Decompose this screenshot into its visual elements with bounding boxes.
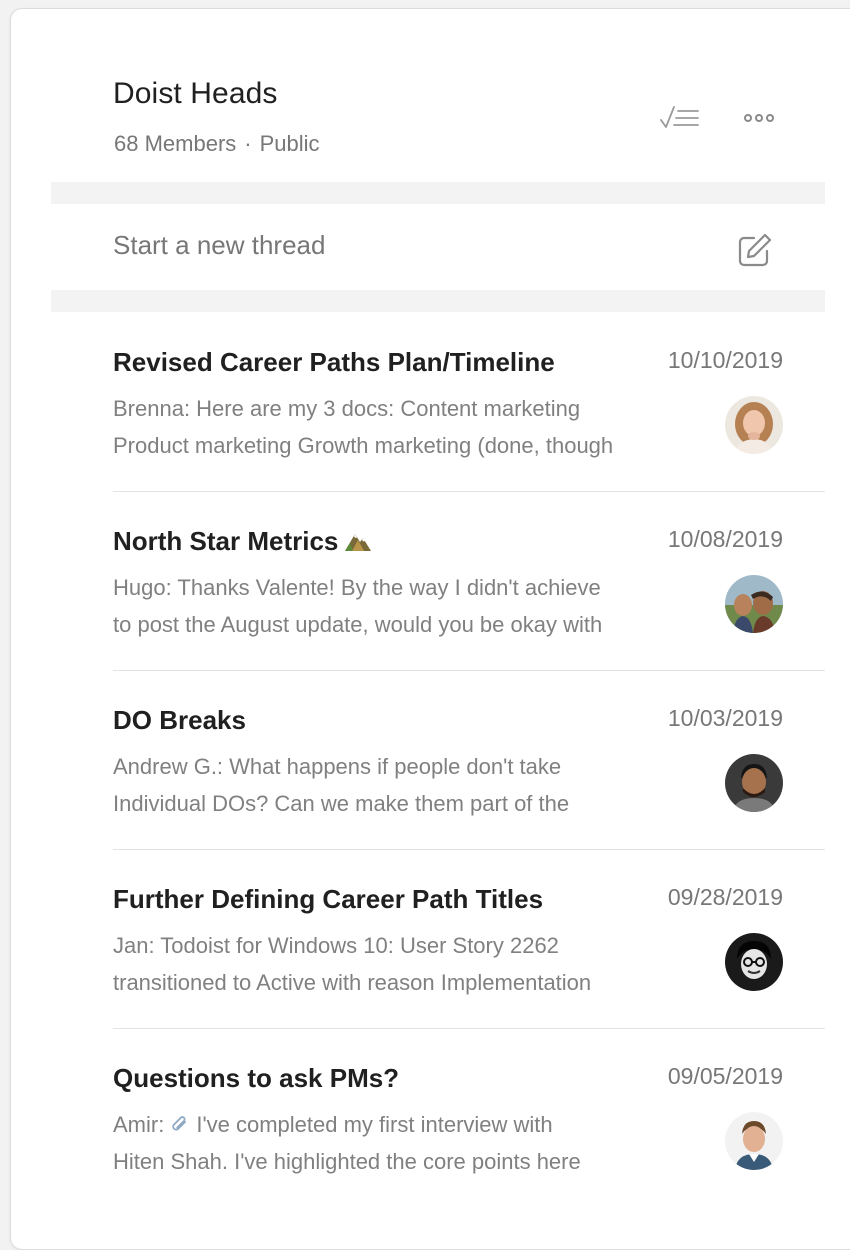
thread-date: 10/08/2019 <box>667 526 783 552</box>
checklist-button[interactable] <box>657 101 703 135</box>
thread-title[interactable]: Questions to ask PMs? <box>113 1063 399 1094</box>
thread-item[interactable]: Further Defining Career Path Titles 09/2… <box>51 849 825 1028</box>
thread-list: Revised Career Paths Plan/Timeline 10/10… <box>51 312 825 1207</box>
thread-date: 09/05/2019 <box>667 1063 783 1089</box>
checklist-icon <box>660 106 699 128</box>
thread-date: 09/28/2019 <box>667 884 783 910</box>
thread-preview-line: transitioned to Active with reason Imple… <box>113 970 592 995</box>
thread-preview-author: Amir: <box>113 1112 165 1137</box>
thread-title[interactable]: Further Defining Career Path Titles <box>113 884 543 915</box>
group-meta: 68 Members · Public <box>114 131 320 157</box>
avatar[interactable] <box>725 396 783 454</box>
thread-title[interactable]: North Star Metrics <box>113 526 372 557</box>
more-options-icon <box>744 114 774 122</box>
mountain-emoji-icon <box>345 534 372 551</box>
thread-divider <box>113 491 825 492</box>
thread-item[interactable]: North Star Metrics 10/08/2019 Hugo: Than… <box>51 491 825 670</box>
thread-preview-line: Individual DOs? Can we make them part of… <box>113 791 570 816</box>
group-panel: Doist Heads 68 Members · Public Start a ne… <box>10 8 850 1250</box>
thread-preview-text: I've completed my first interview with <box>196 1112 553 1137</box>
avatar-image <box>725 575 783 633</box>
thread-preview-line: Andrew G.: What happens if people don't … <box>113 754 562 779</box>
member-count[interactable]: 68 Members <box>114 131 236 156</box>
thread-item[interactable]: Questions to ask PMs? 09/05/2019 Amir: I… <box>51 1028 825 1207</box>
thread-preview-line: to post the August update, would you be … <box>113 612 603 637</box>
more-options-button[interactable] <box>733 101 785 135</box>
thread-item[interactable]: DO Breaks 10/03/2019 Andrew G.: What hap… <box>51 670 825 849</box>
thread-date: 10/10/2019 <box>667 347 783 373</box>
meta-separator: · <box>244 131 252 156</box>
thread-title[interactable]: DO Breaks <box>113 705 246 736</box>
thread-divider <box>113 849 825 850</box>
thread-title-text: North Star Metrics <box>113 526 339 556</box>
compose-button[interactable] <box>733 232 775 270</box>
section-separator <box>51 290 825 312</box>
group-title: Doist Heads <box>113 77 278 110</box>
thread-item[interactable]: Revised Career Paths Plan/Timeline 10/10… <box>51 312 825 491</box>
avatar[interactable] <box>725 933 783 991</box>
new-thread-placeholder[interactable]: Start a new thread <box>113 230 325 261</box>
thread-preview-line: Brenna: Here are my 3 docs: Content mark… <box>113 396 581 421</box>
new-thread-composer[interactable]: Start a new thread <box>51 204 825 290</box>
thread-preview: Brenna: Here are my 3 docs: Content mark… <box>113 390 713 464</box>
avatar[interactable] <box>725 754 783 812</box>
thread-preview-line: Product marketing Growth marketing (done… <box>113 433 614 458</box>
avatar[interactable] <box>725 1112 783 1170</box>
thread-preview-line: Hiten Shah. I've highlighted the core po… <box>113 1149 581 1174</box>
visibility-label: Public <box>259 131 320 156</box>
avatar-image <box>725 396 783 454</box>
thread-preview-line: Hugo: Thanks Valente! By the way I didn'… <box>113 575 601 600</box>
compose-icon <box>738 233 772 267</box>
thread-preview: Jan: Todoist for Windows 10: User Story … <box>113 927 713 1001</box>
thread-preview-line: Amir: I've completed my first interview … <box>113 1106 713 1143</box>
thread-title[interactable]: Revised Career Paths Plan/Timeline <box>113 347 555 378</box>
avatar[interactable] <box>725 575 783 633</box>
avatar-image <box>725 754 783 812</box>
section-separator <box>51 182 825 204</box>
group-header: Doist Heads 68 Members · Public <box>11 9 850 182</box>
thread-preview: Andrew G.: What happens if people don't … <box>113 748 713 822</box>
avatar-image <box>725 933 783 991</box>
avatar-image <box>725 1112 783 1170</box>
thread-date: 10/03/2019 <box>667 705 783 731</box>
thread-preview: Hugo: Thanks Valente! By the way I didn'… <box>113 569 713 643</box>
thread-divider <box>113 670 825 671</box>
thread-preview: Amir: I've completed my first interview … <box>113 1106 713 1180</box>
thread-preview-line: Jan: Todoist for Windows 10: User Story … <box>113 933 559 958</box>
thread-divider <box>113 1028 825 1029</box>
paperclip-icon <box>172 1116 187 1131</box>
